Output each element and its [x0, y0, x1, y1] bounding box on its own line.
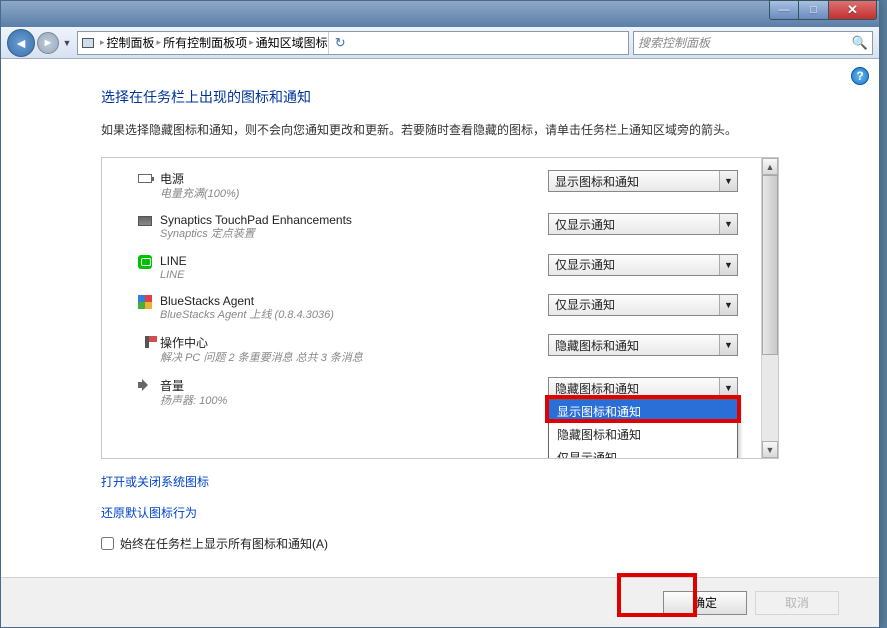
item-sub: 扬声器: 100%	[160, 394, 538, 408]
breadcrumb-sep: ▸	[100, 37, 105, 48]
dropdown-option-notify[interactable]: 仅显示通知	[549, 446, 737, 459]
notification-icon-list: 电源 电量充满(100%) 显示图标和通知 ▼ Synaptics TouchP…	[101, 157, 779, 459]
refresh-button[interactable]: ↻	[328, 32, 352, 54]
scrollbar[interactable]: ▲ ▼	[761, 158, 778, 458]
list-item: 音量 扬声器: 100% 隐藏图标和通知 ▼ 显示图标和通知 隐藏图标和通知 仅…	[102, 371, 778, 414]
history-dropdown[interactable]: ▼	[61, 38, 73, 48]
combo-value: 显示图标和通知	[555, 173, 639, 190]
cancel-button[interactable]: 取消	[755, 591, 839, 615]
breadcrumb-item[interactable]: 通知区域图标	[256, 34, 328, 51]
combo-value: 仅显示通知	[555, 216, 615, 233]
dropdown-option-hide[interactable]: 隐藏图标和通知	[549, 423, 737, 446]
always-show-checkbox[interactable]	[101, 537, 114, 550]
chevron-down-icon: ▼	[719, 255, 737, 275]
flag-icon	[145, 336, 149, 348]
control-panel-window: — □ ✕ ◄ ► ▼ ▸ 控制面板 ▸ 所有控制面板项 ▸ 通知区域图标 ↻ …	[0, 0, 880, 628]
close-button[interactable]: ✕	[829, 0, 877, 20]
scroll-up-button[interactable]: ▲	[762, 158, 778, 175]
navigation-bar: ◄ ► ▼ ▸ 控制面板 ▸ 所有控制面板项 ▸ 通知区域图标 ↻ 搜索控制面板…	[1, 27, 879, 59]
item-name: 操作中心	[160, 334, 538, 351]
minimize-button[interactable]: —	[769, 0, 799, 20]
back-button[interactable]: ◄	[7, 29, 35, 57]
combo-value: 仅显示通知	[555, 256, 615, 273]
breadcrumb-sep: ▸	[249, 37, 254, 48]
maximize-button[interactable]: □	[799, 0, 829, 20]
always-show-row: 始终在任务栏上显示所有图标和通知(A)	[101, 535, 779, 552]
item-sub: 电量充满(100%)	[160, 187, 538, 201]
behavior-dropdown: 显示图标和通知 隐藏图标和通知 仅显示通知	[548, 399, 738, 459]
line-icon	[138, 255, 152, 269]
touchpad-icon	[138, 216, 152, 226]
item-sub: BlueStacks Agent 上线 (0.8.4.3036)	[160, 308, 538, 322]
restore-defaults-link[interactable]: 还原默认图标行为	[101, 506, 197, 520]
dropdown-option-show[interactable]: 显示图标和通知	[549, 400, 737, 423]
volume-icon	[138, 379, 152, 391]
behavior-combo[interactable]: 仅显示通知 ▼	[548, 213, 738, 235]
system-icons-link[interactable]: 打开或关闭系统图标	[101, 475, 209, 489]
ok-button[interactable]: 确定	[663, 591, 747, 615]
bluestacks-icon	[138, 295, 152, 309]
chevron-down-icon: ▼	[719, 214, 737, 234]
behavior-combo[interactable]: 显示图标和通知 ▼	[548, 170, 738, 192]
forward-button[interactable]: ►	[37, 32, 59, 54]
window-buttons: — □ ✕	[769, 0, 877, 20]
help-icon[interactable]: ?	[851, 67, 869, 85]
item-sub: Synaptics 定点装置	[160, 227, 538, 241]
item-name: BlueStacks Agent	[160, 294, 538, 308]
scroll-thumb[interactable]	[762, 175, 778, 355]
item-sub: 解决 PC 问题 2 条重要消息 总共 3 条消息	[160, 351, 538, 365]
item-name: Synaptics TouchPad Enhancements	[160, 213, 538, 227]
chevron-down-icon: ▼	[719, 335, 737, 355]
list-item: 操作中心 解决 PC 问题 2 条重要消息 总共 3 条消息 隐藏图标和通知 ▼	[102, 328, 778, 371]
combo-value: 隐藏图标和通知	[555, 380, 639, 397]
behavior-combo[interactable]: 隐藏图标和通知 ▼	[548, 377, 738, 399]
search-placeholder: 搜索控制面板	[638, 34, 710, 51]
address-bar[interactable]: ▸ 控制面板 ▸ 所有控制面板项 ▸ 通知区域图标 ↻	[77, 31, 629, 55]
search-input[interactable]: 搜索控制面板 🔍	[633, 31, 873, 55]
combo-value: 隐藏图标和通知	[555, 337, 639, 354]
computer-icon	[82, 38, 94, 48]
breadcrumb-item[interactable]: 所有控制面板项	[163, 34, 247, 51]
chevron-down-icon: ▼	[719, 295, 737, 315]
combo-value: 仅显示通知	[555, 296, 615, 313]
list-item: 电源 电量充满(100%) 显示图标和通知 ▼	[102, 164, 778, 207]
footer-bar: 确定 取消	[1, 577, 879, 627]
item-name: 音量	[160, 377, 538, 394]
behavior-combo[interactable]: 仅显示通知 ▼	[548, 254, 738, 276]
behavior-combo[interactable]: 仅显示通知 ▼	[548, 294, 738, 316]
content-pane: ? 选择在任务栏上出现的图标和通知 如果选择隐藏图标和通知，则不会向您通知更改和…	[1, 59, 879, 627]
breadcrumb-sep: ▸	[157, 37, 162, 48]
list-item: BlueStacks Agent BlueStacks Agent 上线 (0.…	[102, 288, 778, 328]
window-titlebar: — □ ✕	[1, 1, 879, 27]
behavior-combo[interactable]: 隐藏图标和通知 ▼	[548, 334, 738, 356]
page-title: 选择在任务栏上出现的图标和通知	[101, 87, 779, 107]
chevron-down-icon: ▼	[719, 171, 737, 191]
list-item: Synaptics TouchPad Enhancements Synaptic…	[102, 207, 778, 247]
breadcrumb-item[interactable]: 控制面板	[107, 34, 155, 51]
chevron-down-icon: ▼	[719, 378, 737, 398]
item-name: 电源	[160, 170, 538, 187]
search-icon[interactable]: 🔍	[852, 35, 868, 51]
list-item: LINE LINE 仅显示通知 ▼	[102, 248, 778, 288]
battery-icon	[138, 174, 152, 183]
item-name: LINE	[160, 254, 538, 268]
scroll-down-button[interactable]: ▼	[762, 441, 778, 458]
always-show-label: 始终在任务栏上显示所有图标和通知(A)	[120, 535, 328, 552]
page-description: 如果选择隐藏图标和通知，则不会向您通知更改和更新。若要随时查看隐藏的图标，请单击…	[101, 121, 779, 139]
item-sub: LINE	[160, 268, 538, 282]
